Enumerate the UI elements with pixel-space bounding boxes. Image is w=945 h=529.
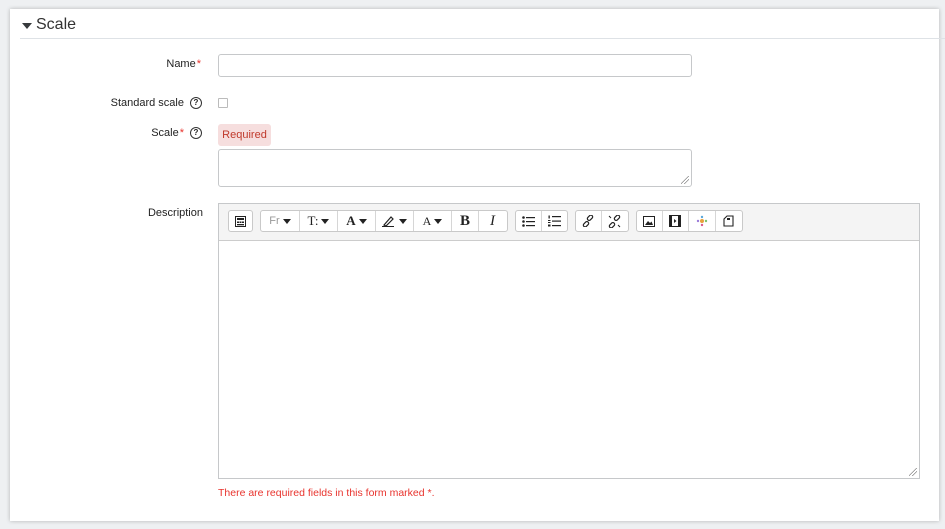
italic-icon[interactable]: I — [479, 211, 506, 231]
font-color-label: A — [346, 213, 356, 228]
font-color-icon[interactable]: A — [338, 211, 376, 231]
required-note-marker: *. — [427, 487, 435, 499]
name-label-row: Name * — [166, 58, 201, 70]
resize-grip-icon[interactable] — [681, 176, 689, 184]
scale-required-error: Required — [218, 124, 271, 146]
ordered-list-icon[interactable] — [542, 211, 567, 231]
description-editor-content[interactable] — [219, 241, 919, 478]
font-size-icon[interactable]: T: — [300, 211, 338, 231]
toolbar-group-more — [228, 210, 253, 232]
toolbar-group-lists — [515, 210, 568, 232]
media-icon[interactable] — [663, 211, 690, 231]
help-icon[interactable]: ? — [190, 97, 202, 109]
toolbar-group-text: Fr T: A A B I — [260, 210, 508, 232]
show-more-buttons-icon[interactable] — [229, 211, 252, 231]
styles-label: A — [422, 213, 432, 228]
required-marker: * — [179, 127, 184, 139]
section-divider — [20, 38, 945, 39]
description-label-row: Description — [148, 207, 203, 219]
resize-grip-icon[interactable] — [909, 468, 917, 476]
name-label: Name — [166, 58, 196, 70]
unlink-icon[interactable] — [602, 211, 628, 231]
standard-scale-checkbox[interactable] — [218, 98, 228, 108]
collapse-caret-icon[interactable] — [22, 23, 32, 29]
help-icon[interactable]: ? — [190, 127, 202, 139]
name-input[interactable] — [218, 54, 692, 77]
description-label: Description — [147, 207, 203, 219]
toolbar-group-media — [636, 210, 743, 232]
link-icon[interactable] — [576, 211, 602, 231]
section-header-scale[interactable]: Scale — [22, 13, 76, 37]
scale-label: Scale — [151, 127, 179, 139]
font-family-icon[interactable]: Fr — [261, 211, 300, 231]
unordered-list-icon[interactable] — [516, 211, 542, 231]
required-fields-note: There are required fields in this form m… — [218, 487, 435, 499]
description-editor: Fr T: A A B I — [218, 203, 920, 479]
background-color-icon[interactable] — [376, 211, 414, 231]
scale-textarea[interactable] — [218, 149, 692, 187]
image-icon[interactable] — [637, 211, 663, 231]
manage-files-icon[interactable] — [689, 211, 716, 231]
toolbar-group-links — [575, 210, 629, 232]
form-card: Scale Name * Standard scale ? Scale * ? … — [10, 9, 945, 521]
h5p-icon[interactable] — [716, 211, 742, 231]
scale-label-row: Scale * ? — [151, 127, 202, 139]
styles-icon[interactable]: A — [414, 211, 452, 231]
standard-scale-label: Standard scale — [110, 97, 184, 109]
bold-icon[interactable]: B — [452, 211, 479, 231]
required-note-text: There are required fields in this form m… — [218, 487, 425, 499]
required-marker: * — [196, 58, 201, 70]
standard-scale-label-row: Standard scale ? — [111, 97, 202, 109]
section-title: Scale — [36, 16, 77, 33]
font-size-label: T: — [307, 213, 319, 228]
font-family-label: Fr — [269, 215, 280, 227]
editor-toolbar: Fr T: A A B I — [219, 204, 919, 241]
